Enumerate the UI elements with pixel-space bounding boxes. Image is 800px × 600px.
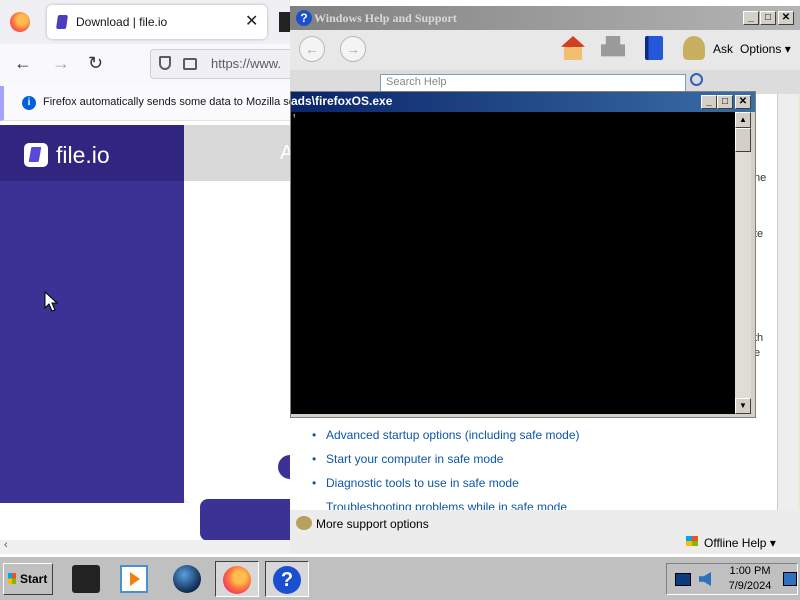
taskbar-help-app[interactable]: ? [265,561,309,597]
help-search-input[interactable]: Search Help [380,74,686,92]
console-title-bar[interactable]: ads\firefoxOS.exe _ □ ✕ [291,92,755,112]
upload-button[interactable] [200,499,292,541]
help-link-advanced-startup[interactable]: Advanced startup options (including safe… [312,428,580,442]
tracking-protection-shield-icon[interactable] [159,56,171,70]
fileio-upload-card [184,181,292,541]
scroll-down-arrow-icon[interactable]: ▼ [735,398,751,414]
more-support-options-link[interactable]: More support options [316,517,429,531]
console-scroll-thumb[interactable] [735,128,751,152]
ask-people-icon[interactable] [683,36,705,60]
horizontal-scrollbar[interactable]: ‹ [0,539,290,554]
firefox-tab-strip: Download | file.io ✕ [0,0,290,44]
help-forward-button[interactable]: → [340,36,366,62]
help-title-bar[interactable]: ? Windows Help and Support _ □ ✕ [290,6,800,30]
help-toolbar: ← → Ask Options ▾ [290,30,800,70]
windows-logo-icon [8,573,16,584]
taskbar-globe-app[interactable] [167,561,207,597]
home-icon[interactable] [561,36,585,60]
forward-button[interactable]: → [52,53,70,74]
volume-icon[interactable] [699,572,711,586]
console-vertical-scrollbar[interactable]: ▲ ▼ [735,112,751,414]
fileio-main-header: A [184,125,293,181]
start-label: Start [20,572,48,586]
scroll-up-arrow-icon[interactable]: ▲ [735,112,751,128]
fileio-sidebar: file.io [0,125,184,503]
help-icon: ? [273,566,301,594]
system-tray: 1:00 PM 7/9/2024 [666,563,798,595]
url-bar[interactable]: https://www. [150,49,290,79]
windows-flag-icon [686,536,698,546]
tab-download-fileio[interactable]: Download | file.io ✕ [47,5,267,39]
offline-help-menu[interactable]: Offline Help ▾ [704,536,776,550]
tab-close-icon[interactable]: ✕ [245,11,258,31]
taskbar-media-player-app[interactable] [114,561,154,597]
help-link-start-safe-mode[interactable]: Start your computer in safe mode [312,452,503,466]
fileio-logo-text[interactable]: file.io [56,142,110,169]
help-vertical-scrollbar[interactable] [777,94,798,510]
taskbar-firefox-app[interactable] [215,561,259,597]
scroll-left-arrow-icon[interactable]: ‹ [4,539,8,551]
show-desktop-icon[interactable] [783,572,797,586]
ask-button[interactable]: Ask [713,42,733,56]
fileio-favicon-icon [56,15,68,29]
info-icon: i [22,96,36,110]
print-icon[interactable] [601,36,625,57]
firefox-icon [223,566,251,594]
help-back-button[interactable]: ← [299,36,325,62]
help-close-button[interactable]: ✕ [778,11,794,25]
browse-help-book-icon[interactable] [645,36,663,60]
console-maximize-button[interactable]: □ [717,95,733,109]
support-people-icon[interactable] [296,516,312,530]
network-icon[interactable] [675,573,691,586]
firefox-navigation-bar: ← → ↻ https://www. [0,44,290,86]
help-link-troubleshooting[interactable]: Troubleshooting problems while in safe m… [326,500,567,510]
help-icon: ? [296,10,312,26]
fileio-logo-icon[interactable] [24,143,48,167]
console-minimize-button[interactable]: _ [701,95,717,109]
taskbar-printer-app[interactable] [66,561,106,597]
fileio-logo-glyph [28,147,42,162]
help-window-title: Windows Help and Support [314,11,457,25]
start-button[interactable]: Start [3,563,53,595]
console-window: ads\firefoxOS.exe _ □ ✕ ' ▲ ▼ [290,91,756,418]
data-collection-notification: i Firefox automatically sends some data … [0,86,295,121]
console-output-text: ' [291,114,298,126]
url-text[interactable]: https://www. [211,56,281,71]
help-link-diagnostic-tools[interactable]: Diagnostic tools to use in safe mode [312,476,519,490]
clock-time[interactable]: 1:00 PM [723,565,777,577]
help-minimize-button[interactable]: _ [743,11,759,25]
mouse-cursor-icon [44,291,58,312]
console-window-title: ads\firefoxOS.exe [291,94,393,108]
help-maximize-button[interactable]: □ [760,11,776,25]
firefox-logo-icon[interactable] [10,12,30,32]
next-tab[interactable] [279,12,290,32]
globe-icon [173,565,201,593]
fileio-page: file.io A [0,125,293,541]
fileio-logo-bar: file.io [0,125,184,181]
search-icon[interactable] [690,73,703,86]
tab-title: Download | file.io [76,15,168,29]
taskbar: Start ? 1:00 PM 7/9/2024 [0,556,800,600]
fileio-card-area [184,181,292,541]
back-button[interactable]: ← [14,53,32,74]
printer-icon [72,565,100,593]
options-menu-button[interactable]: Options ▾ [740,42,791,56]
reload-button[interactable]: ↻ [88,53,103,74]
notification-text: Firefox automatically sends some data to… [43,96,295,108]
lock-icon[interactable] [183,58,197,70]
help-status-area: More support options Offline Help ▾ [290,510,800,554]
console-output-area[interactable]: ' [291,112,735,414]
media-player-icon [120,565,148,593]
clock-date[interactable]: 7/9/2024 [723,580,777,592]
console-close-button[interactable]: ✕ [735,95,751,109]
